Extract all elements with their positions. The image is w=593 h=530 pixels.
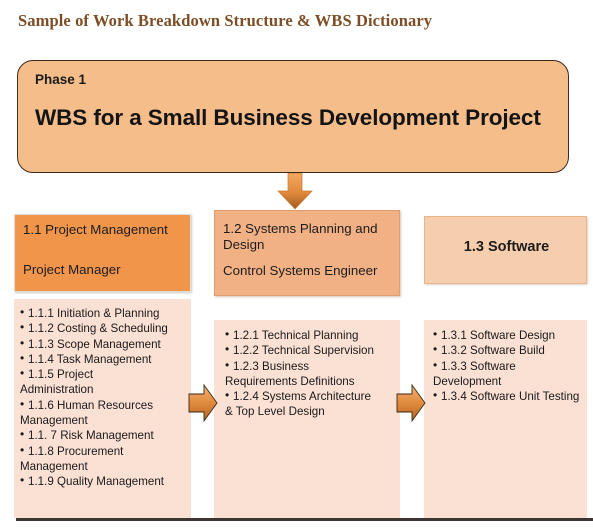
wbs-header-1-1[interactable]: 1.1 Project Management Project Manager bbox=[14, 214, 191, 292]
phase-label: Phase 1 bbox=[35, 72, 87, 87]
list-item: 1.1.8 ProcurementManagement bbox=[14, 443, 191, 475]
list-item: 1.3.4 Software Unit Testing bbox=[424, 388, 587, 404]
wbs-header-1-1-title: 1.1 Project Management bbox=[23, 222, 168, 237]
phase-1-box: Phase 1 WBS for a Small Business Develop… bbox=[17, 60, 569, 173]
list-item: 1.1.1 Initiation & Planning bbox=[14, 305, 191, 321]
list-item-continuation: Requirements Definitions bbox=[225, 374, 355, 388]
list-item: 1.3.2 Software Build bbox=[424, 342, 587, 358]
wbs-header-1-2-role: Control Systems Engineer bbox=[223, 263, 378, 278]
wbs-header-1-1-role: Project Manager bbox=[23, 262, 121, 277]
list-item: 1.2.2 Technical Supervision bbox=[214, 342, 400, 358]
list-item-continuation: Administration bbox=[20, 383, 94, 397]
list-item: 1.3.1 Software Design bbox=[424, 327, 587, 343]
list-item: 1.3.3 SoftwareDevelopment bbox=[424, 358, 587, 390]
bottom-divider-gap bbox=[0, 518, 16, 521]
wbs-list-1-2: 1.2.1 Technical Planning1.2.2 Technical … bbox=[214, 320, 400, 420]
list-item: 1.1.2 Costing & Scheduling bbox=[14, 320, 191, 336]
wbs-header-1-2-title: 1.2 Systems Planning and Design bbox=[223, 221, 378, 252]
wbs-header-1-2[interactable]: 1.2 Systems Planning and Design Control … bbox=[214, 210, 400, 296]
down-arrow-icon bbox=[277, 173, 313, 210]
list-item: 1.2.1 Technical Planning bbox=[214, 327, 400, 343]
list-item: 1.1.5 ProjectAdministration bbox=[14, 366, 191, 398]
bottom-divider bbox=[16, 518, 593, 521]
list-item: 1.1.3 Scope Management bbox=[14, 336, 191, 352]
wbs-header-1-3[interactable]: 1.3 Software bbox=[424, 216, 587, 284]
list-item: 1.1.9 Quality Management bbox=[14, 473, 191, 489]
right-arrow-icon-2 bbox=[396, 383, 426, 423]
list-item: 1.1.4 Task Management bbox=[14, 351, 191, 367]
wbs-list-panel-1-2: 1.2.1 Technical Planning1.2.2 Technical … bbox=[214, 320, 400, 518]
list-item-continuation: Development bbox=[433, 374, 502, 388]
wbs-list-1-1: 1.1.1 Initiation & Planning1.1.2 Costing… bbox=[14, 299, 191, 490]
phase-heading: WBS for a Small Business Development Pro… bbox=[35, 105, 541, 130]
list-item: 1.2.3 BusinessRequirements Definitions bbox=[214, 358, 400, 390]
list-item: 1.2.4 Systems Architecture& Top Level De… bbox=[214, 388, 400, 420]
list-item-continuation: & Top Level Design bbox=[225, 405, 325, 419]
wbs-header-1-3-title: 1.3 Software bbox=[463, 239, 550, 255]
wbs-list-panel-1-1: 1.1.1 Initiation & Planning1.1.2 Costing… bbox=[14, 299, 191, 518]
list-item-continuation: Management bbox=[20, 459, 88, 473]
wbs-diagram-canvas: Sample of Work Breakdown Structure & WBS… bbox=[0, 0, 593, 530]
list-item: 1.1. 7 Risk Management bbox=[14, 427, 191, 443]
wbs-list-panel-1-3: 1.3.1 Software Design1.3.2 Software Buil… bbox=[424, 320, 587, 518]
list-item-continuation: Management bbox=[20, 414, 88, 428]
page-title: Sample of Work Breakdown Structure & WBS… bbox=[18, 11, 433, 30]
wbs-list-1-3: 1.3.1 Software Design1.3.2 Software Buil… bbox=[424, 320, 587, 404]
list-item: 1.1.6 Human ResourcesManagement bbox=[14, 397, 191, 429]
right-arrow-icon-1 bbox=[188, 383, 218, 423]
